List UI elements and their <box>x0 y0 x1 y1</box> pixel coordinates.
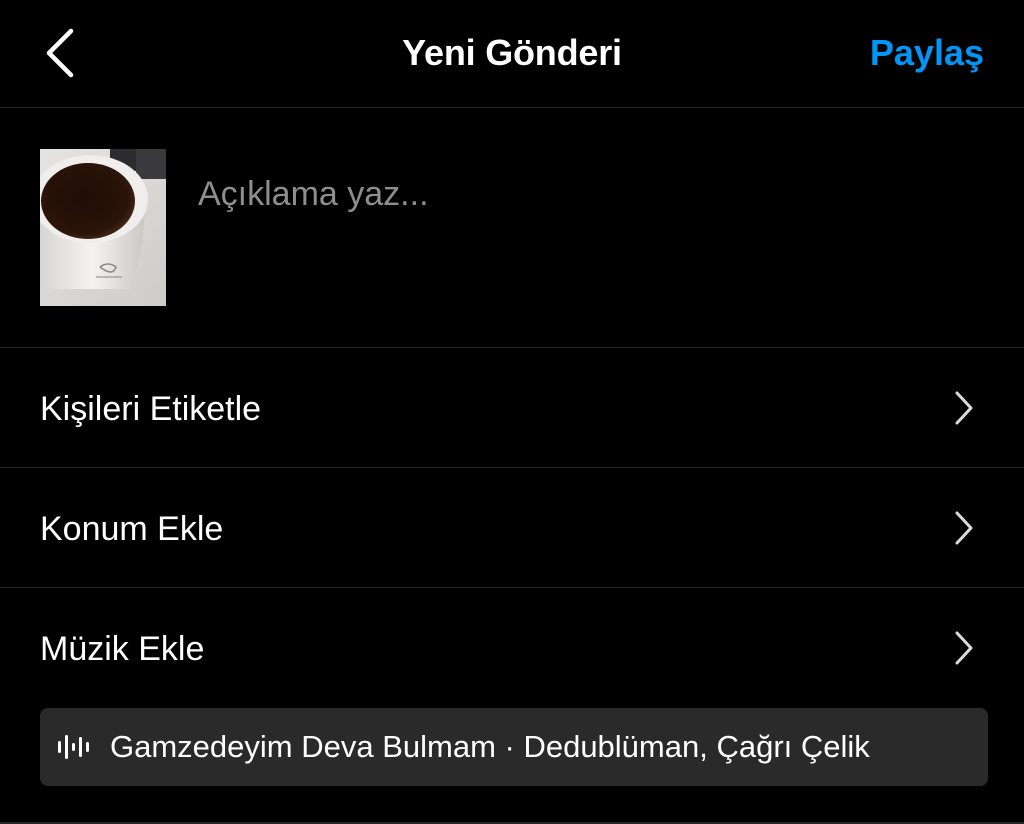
post-thumbnail[interactable] <box>40 149 166 306</box>
add-music-label: Müzik Ekle <box>40 630 205 668</box>
fade-overlay <box>898 708 988 786</box>
tag-people-row[interactable]: Kişileri Etiketle <box>0 348 1024 468</box>
tag-people-label: Kişileri Etiketle <box>40 390 262 428</box>
coffee-cup-photo <box>40 149 166 306</box>
chevron-right-icon <box>955 631 973 665</box>
share-button[interactable]: Paylaş <box>870 32 984 74</box>
header-bar: Yeni Gönderi Paylaş <box>0 0 1024 108</box>
chevron-right-icon <box>955 391 973 425</box>
add-music-row[interactable]: Müzik Ekle <box>0 588 1024 822</box>
audio-wave-icon <box>58 735 89 759</box>
add-location-label: Konum Ekle <box>40 510 224 548</box>
music-suggestion[interactable]: Gamzedeyim Deva Bulmam · Dedublüman, Çağ… <box>40 708 988 786</box>
caption-input[interactable] <box>198 172 978 216</box>
chevron-right-icon <box>955 511 973 545</box>
music-track-text: Gamzedeyim Deva Bulmam · Dedublüman, Çağ… <box>110 729 870 764</box>
add-location-row[interactable]: Konum Ekle <box>0 468 1024 588</box>
compose-section <box>0 108 1024 348</box>
